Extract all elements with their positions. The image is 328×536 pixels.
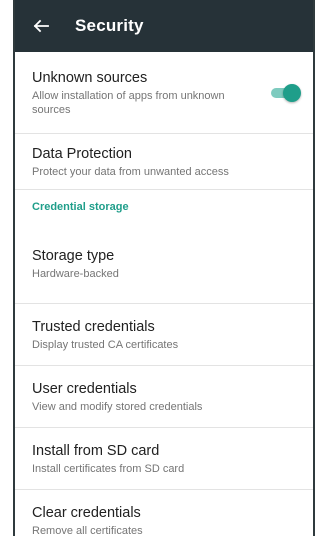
- section-label: Credential storage: [32, 201, 129, 213]
- pref-title: Storage type: [32, 247, 115, 264]
- pref-title: Data Protection: [32, 145, 132, 162]
- app-bar: Security: [15, 0, 313, 52]
- pref-summary: Allow installation of apps from unknown …: [32, 89, 225, 116]
- pref-title: Unknown sources: [32, 69, 148, 86]
- pref-title: Install from SD card: [32, 442, 160, 459]
- pref-summary: Remove all certificates: [32, 525, 143, 536]
- pref-user-credentials[interactable]: User credentials View and modify stored …: [15, 366, 313, 428]
- back-button[interactable]: [29, 14, 53, 38]
- pref-data-protection[interactable]: Data Protection Protect your data from u…: [15, 134, 313, 190]
- pref-install-from-sd-card[interactable]: Install from SD card Install certificate…: [15, 428, 313, 490]
- right-border: [313, 0, 315, 536]
- pref-summary: View and modify stored credentials: [32, 400, 203, 413]
- pref-summary: Protect your data from unwanted access: [32, 165, 229, 178]
- pref-title: User credentials: [32, 380, 137, 397]
- pref-title: Trusted credentials: [32, 318, 155, 335]
- settings-screen: Security Unknown sources Allow installat…: [15, 0, 313, 536]
- page-title: Security: [75, 16, 144, 35]
- toggle-thumb: [283, 84, 301, 102]
- pref-summary: Hardware-backed: [32, 267, 119, 280]
- pref-trusted-credentials[interactable]: Trusted credentials Display trusted CA c…: [15, 304, 313, 366]
- pref-unknown-sources[interactable]: Unknown sources Allow installation of ap…: [15, 52, 313, 134]
- section-header-credential-storage: Credential storage: [15, 190, 313, 224]
- pref-summary: Display trusted CA certificates: [32, 338, 179, 351]
- pref-title: Clear credentials: [32, 505, 141, 521]
- pref-storage-type[interactable]: Storage type Hardware-backed: [15, 224, 313, 304]
- arrow-left-icon: [33, 19, 49, 33]
- unknown-sources-toggle[interactable]: [269, 84, 301, 102]
- pref-summary: Install certificates from SD card: [32, 462, 185, 475]
- pref-clear-credentials[interactable]: Clear credentials Remove all certificate…: [15, 490, 313, 536]
